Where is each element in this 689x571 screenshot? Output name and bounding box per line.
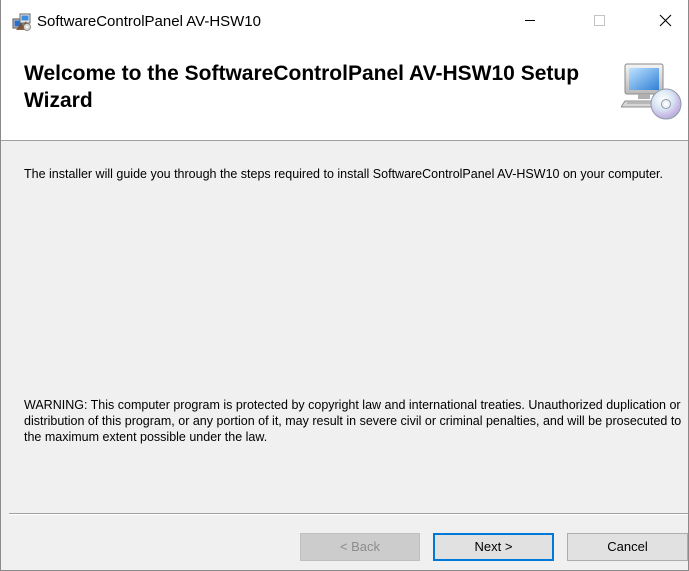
cancel-button[interactable]: Cancel [567,533,688,561]
copyright-warning-text: WARNING: This computer program is protec… [24,398,682,444]
page-title: Welcome to the SoftwareControlPanel AV-H… [24,62,580,112]
installer-app-icon [12,12,32,32]
maximize-icon [594,15,605,26]
window-title: SoftwareControlPanel AV-HSW10 [37,13,261,30]
close-button[interactable] [642,0,688,40]
wizard-banner: Welcome to the SoftwareControlPanel AV-H… [1,40,688,141]
back-button[interactable]: < Back [300,533,420,561]
minimize-icon [525,20,535,21]
next-button[interactable]: Next > [433,533,554,561]
title-bar[interactable]: SoftwareControlPanel AV-HSW10 [1,0,688,40]
setup-wizard-window: SoftwareControlPanel AV-HSW10 Welcome to… [0,0,689,571]
close-icon [659,14,672,27]
intro-text: The installer will guide you through the… [24,167,663,181]
button-area-divider [9,513,688,515]
maximize-button[interactable] [576,0,622,40]
minimize-button[interactable] [507,0,553,40]
computer-cd-icon [620,60,683,122]
